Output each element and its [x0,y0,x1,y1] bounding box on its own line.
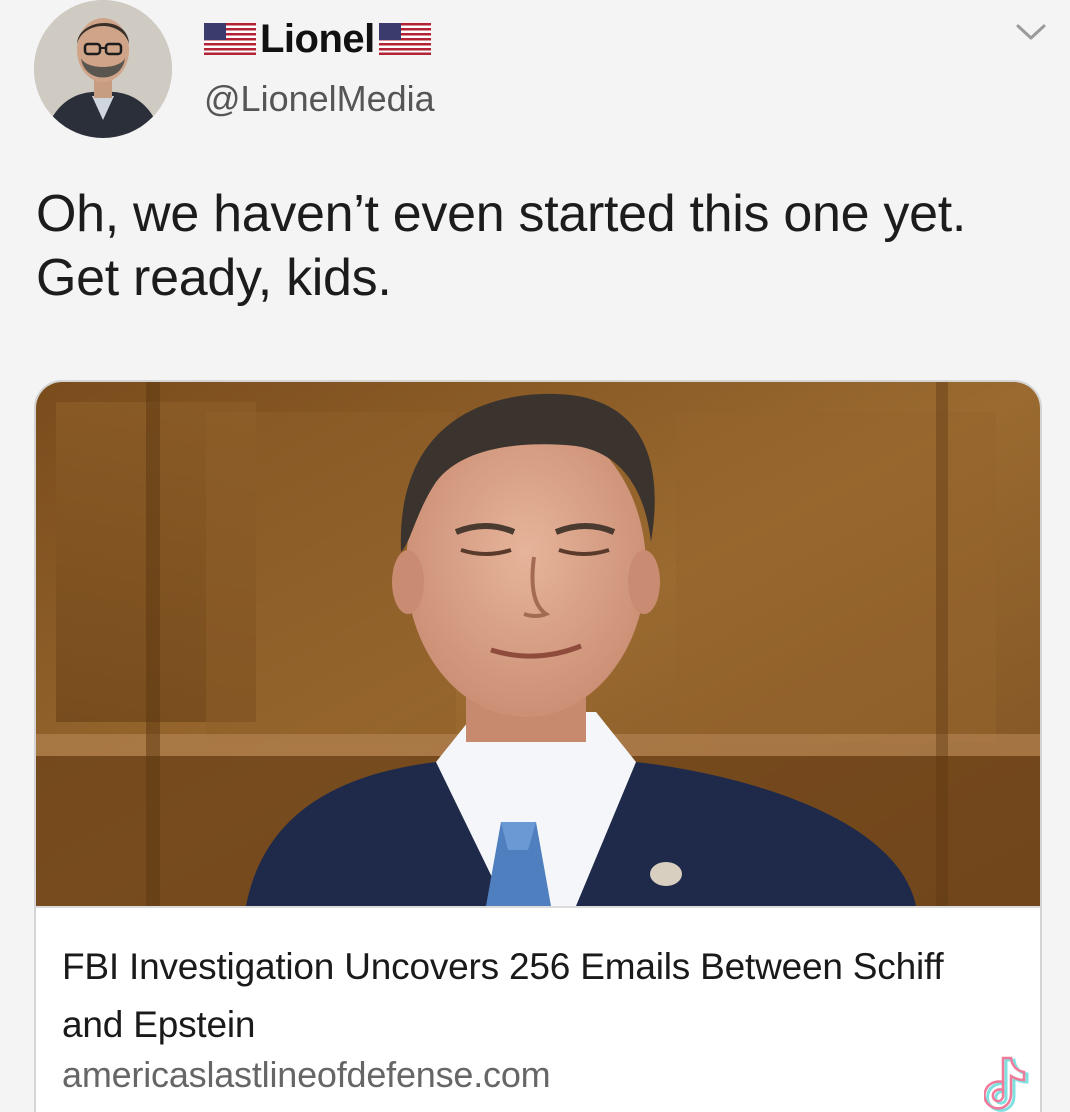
card-domain[interactable]: americaslastlineofdefense.com [62,1054,551,1096]
tweet: Lionel @LionelMedia Oh, we haven’t even … [0,0,1070,1112]
chevron-down-icon[interactable] [1014,20,1048,44]
card-body[interactable]: FBI Investigation Uncovers 256 Emails Be… [36,906,1040,1112]
us-flag-icon [204,23,256,55]
link-card[interactable]: FBI Investigation Uncovers 256 Emails Be… [34,380,1042,1112]
article-photo-icon [36,382,1040,906]
us-flag-icon [378,23,431,55]
card-title[interactable]: FBI Investigation Uncovers 256 Emails Be… [62,938,1002,1054]
user-handle[interactable]: @LionelMedia [204,78,435,120]
display-name[interactable]: Lionel [260,17,375,62]
display-name-row[interactable]: Lionel [204,14,431,64]
card-image[interactable] [36,382,1040,906]
avatar-photo-icon [34,0,172,138]
avatar[interactable] [34,0,172,138]
tiktok-icon [983,1056,1030,1112]
tweet-text: Oh, we haven’t even started this one yet… [36,185,967,307]
